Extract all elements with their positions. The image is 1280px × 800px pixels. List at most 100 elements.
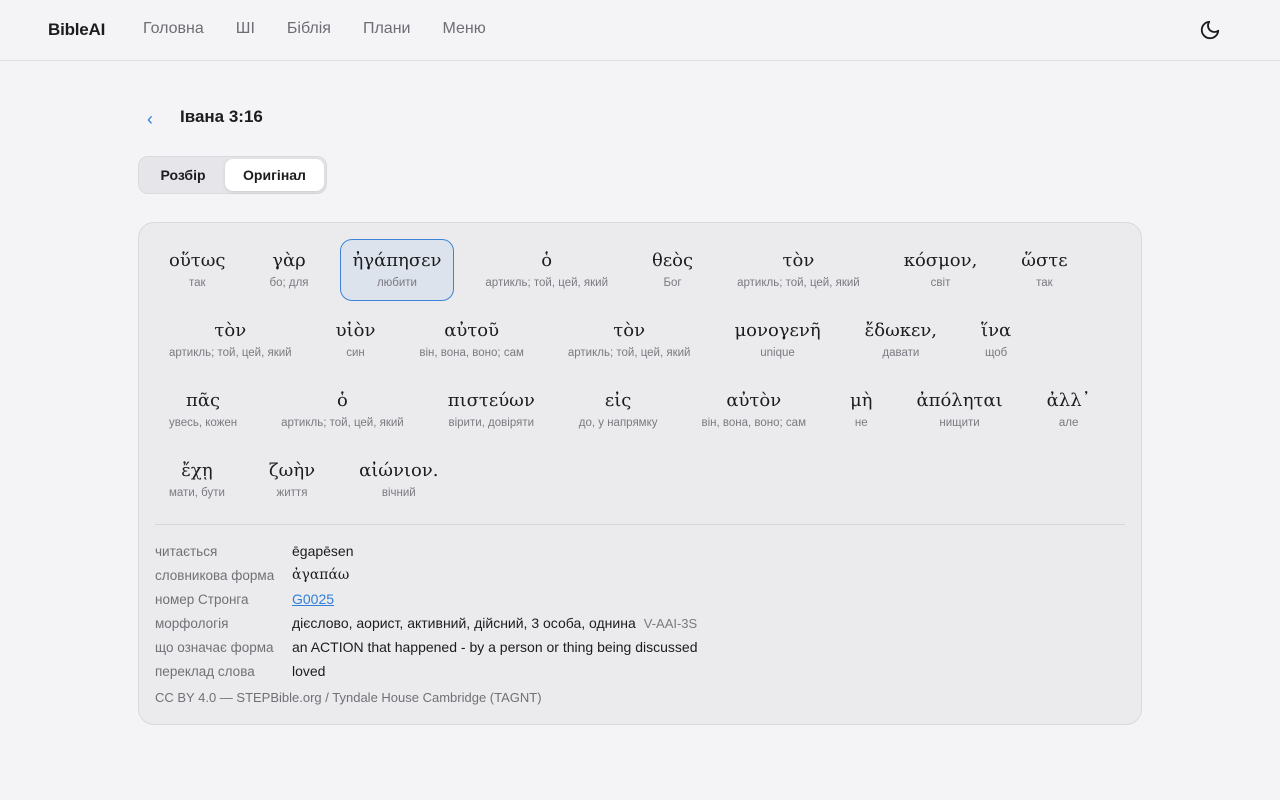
word-gloss: до, у напрямку xyxy=(578,417,658,429)
detail-row-meaning: що означає форма an ACTION that happened… xyxy=(155,635,697,659)
tab-original[interactable]: Оригінал xyxy=(225,159,324,191)
interlinear-card: οὕτως так γὰρ бо; для ἠγάπησεν любити ὁ артикль… xyxy=(138,222,1142,725)
greek-word: ἀλλ᾽ xyxy=(1046,390,1091,411)
interlinear-word[interactable]: πᾶς увесь, кожен xyxy=(156,379,250,441)
interlinear-word[interactable]: υἱὸν син xyxy=(323,309,389,371)
greek-word: ὁ xyxy=(541,250,553,271)
interlinear-word[interactable]: αὐτὸν він, вона, воно; сам xyxy=(689,379,819,441)
interlinear-word[interactable]: ἔχῃ мати, бути xyxy=(156,449,238,511)
nav-plans[interactable]: Плани xyxy=(363,20,411,38)
greek-word: τὸν xyxy=(613,320,646,341)
greek-word: ἠγάπησεν xyxy=(352,250,442,271)
greek-word: τὸν xyxy=(782,250,815,271)
word-gloss: життя xyxy=(276,487,308,499)
nav-home[interactable]: Головна xyxy=(143,20,204,38)
interlinear-word[interactable]: ὁ артикль; той, цей, який xyxy=(268,379,417,441)
strong-number-link[interactable]: G0025 xyxy=(292,591,334,607)
greek-word: ἔχῃ xyxy=(181,460,213,481)
license-attribution: CC BY 4.0 — STEPBible.org / Tyndale Hous… xyxy=(155,690,542,705)
word-gloss: так xyxy=(188,277,206,289)
detail-row-lemma: словникова форма ἀγαπάω xyxy=(155,563,697,587)
greek-word: υἱὸν xyxy=(335,320,376,341)
interlinear-word[interactable]: γὰρ бо; для xyxy=(257,239,322,301)
word-gloss: unique xyxy=(760,347,795,359)
word-gloss: щоб xyxy=(984,347,1008,359)
greek-word: τὸν xyxy=(214,320,247,341)
word-details: читається ēgapēsen словникова форма ἀγαπ… xyxy=(155,539,697,683)
word-gloss: син xyxy=(346,347,365,359)
word-gloss: світ xyxy=(930,277,951,289)
interlinear-word[interactable]: μονογενῆ unique xyxy=(721,309,833,371)
interlinear-word[interactable]: ἠγάπησεν любити xyxy=(339,239,455,301)
back-button[interactable]: ‹ xyxy=(142,108,158,130)
interlinear-word[interactable]: κόσμον, світ xyxy=(891,239,991,301)
greek-word: πιστεύων xyxy=(447,390,535,411)
interlinear-word[interactable]: ὁ артикль; той, цей, який xyxy=(472,239,621,301)
interlinear-word[interactable]: τὸν артикль; той, цей, який xyxy=(555,309,704,371)
interlinear-word[interactable]: μὴ не xyxy=(837,379,885,441)
interlinear-word[interactable]: οὕτως так xyxy=(156,239,239,301)
greek-word: κόσμον, xyxy=(903,250,978,271)
greek-word: οὕτως xyxy=(169,250,226,271)
tab-analysis[interactable]: Розбір xyxy=(141,159,225,191)
form-meaning-value: an ACTION that happened - by a person or… xyxy=(292,639,698,655)
nav-menu[interactable]: Меню xyxy=(442,20,485,38)
brand-logo[interactable]: BibleAI xyxy=(48,20,105,40)
interlinear-word-list: οὕτως так γὰρ бо; для ἠγάπησεν любити ὁ артикль… xyxy=(156,239,1126,511)
interlinear-word[interactable]: ἵνα щоб xyxy=(968,309,1024,371)
interlinear-word[interactable]: αἰώνιον. вічний xyxy=(346,449,451,511)
greek-word: ὁ xyxy=(337,390,348,411)
chevron-left-icon: ‹ xyxy=(147,108,153,129)
greek-word: θεὸς xyxy=(652,250,694,271)
interlinear-word[interactable]: τὸν артикль; той, цей, який xyxy=(724,239,873,301)
word-gloss: артикль; той, цей, який xyxy=(281,417,404,429)
nav-bible[interactable]: Біблія xyxy=(287,20,331,38)
view-mode-tabs: Розбір Оригінал xyxy=(138,156,327,194)
greek-word: αὐτοῦ xyxy=(444,320,500,341)
nav-ai[interactable]: ШІ xyxy=(236,20,255,38)
word-gloss: він, вона, воно; сам xyxy=(419,347,524,359)
interlinear-word[interactable]: ἔδωκεν, давати xyxy=(852,309,950,371)
word-gloss: він, вона, воно; сам xyxy=(701,417,806,429)
detail-label: морфологія xyxy=(155,615,229,631)
main-nav: Головна ШІ Біблія Плани Меню xyxy=(143,20,518,38)
greek-word: ἵνα xyxy=(981,320,1012,341)
word-gloss: артикль; той, цей, який xyxy=(567,347,691,359)
interlinear-word[interactable]: ἀλλ᾽ але xyxy=(1034,379,1104,441)
morphology-value: дієслово, аорист, активний, дійсний, 3 о… xyxy=(292,615,636,631)
lemma-value: ἀγαπάω xyxy=(292,567,350,583)
greek-word: ὥστε xyxy=(1021,250,1068,271)
interlinear-word[interactable]: ἀπόληται нищити xyxy=(903,379,1015,441)
detail-label: переклад слова xyxy=(155,663,255,679)
interlinear-word[interactable]: θεὸς Бог xyxy=(639,239,706,301)
interlinear-word[interactable]: ζωὴν життя xyxy=(256,449,328,511)
word-gloss: артикль; той, цей, який xyxy=(737,277,860,289)
interlinear-word[interactable]: εἰς до, у напрямку xyxy=(566,379,671,441)
interlinear-word[interactable]: πιστεύων вірити, довіряти xyxy=(435,379,548,441)
word-gloss: артикль; той, цей, який xyxy=(485,277,609,289)
word-gloss: артикль; той, цей, який xyxy=(169,347,292,359)
word-gloss: давати xyxy=(882,347,920,359)
detail-row-strong: номер Стронга G0025 xyxy=(155,587,697,611)
interlinear-word[interactable]: αὐτοῦ він, вона, воно; сам xyxy=(406,309,536,371)
dark-mode-toggle[interactable] xyxy=(1196,16,1224,44)
word-gloss: нищити xyxy=(939,417,980,429)
detail-row-reading: читається ēgapēsen xyxy=(155,539,697,563)
greek-word: ἀπόληται xyxy=(916,390,1003,411)
word-gloss: увесь, кожен xyxy=(169,417,238,429)
greek-word: ἔδωκεν, xyxy=(864,320,938,341)
page-title: Івана 3:16 xyxy=(180,107,263,126)
word-gloss: бо; для xyxy=(269,277,309,289)
detail-row-translation: переклад слова loved xyxy=(155,659,697,683)
translation-value: loved xyxy=(292,663,326,679)
moon-icon xyxy=(1200,20,1220,40)
greek-word: μονογενῆ xyxy=(734,320,821,341)
interlinear-word[interactable]: ὥστε так xyxy=(1008,239,1080,301)
word-gloss: мати, бути xyxy=(169,487,225,499)
greek-word: πᾶς xyxy=(186,390,221,411)
word-gloss: Бог xyxy=(663,277,682,289)
greek-word: μὴ xyxy=(849,390,873,411)
detail-row-morphology: морфологія дієслово, аорист, активний, д… xyxy=(155,611,697,635)
detail-label: номер Стронга xyxy=(155,591,249,607)
interlinear-word[interactable]: τὸν артикль; той, цей, який xyxy=(156,309,305,371)
